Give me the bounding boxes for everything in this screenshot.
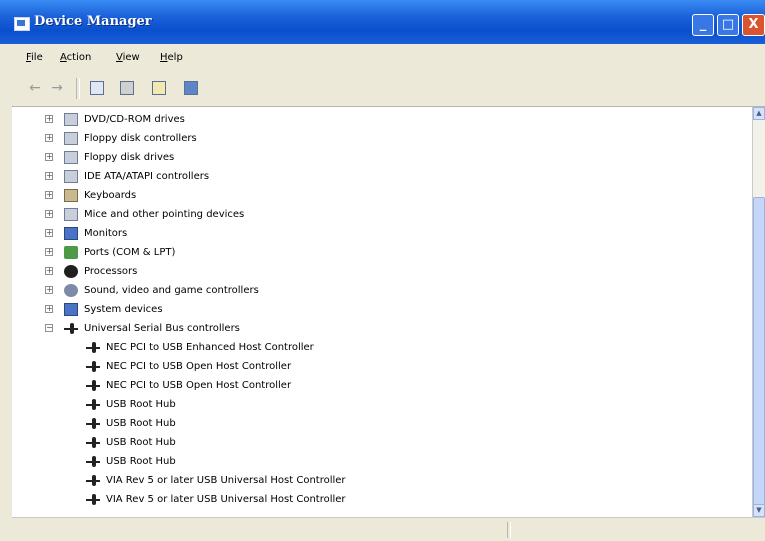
tree-category-label: Sound, video and game controllers [84, 285, 259, 296]
help-icon[interactable] [152, 81, 166, 95]
usb-device-label: USB Root Hub [106, 456, 176, 467]
expand-icon[interactable]: + [45, 191, 53, 199]
floppy-drive-icon [64, 151, 78, 164]
tree-category-label: Universal Serial Bus controllers [84, 323, 240, 334]
forward-button[interactable]: → [50, 80, 64, 96]
usb-device-label: USB Root Hub [106, 399, 176, 410]
menu-bar: File Action View Help [0, 44, 765, 73]
tree-category-label: Keyboards [84, 190, 137, 201]
tree-category-label: Floppy disk controllers [84, 133, 197, 144]
title-bar[interactable]: Device Manager _ □ X [0, 0, 765, 44]
tree-category-label: DVD/CD-ROM drives [84, 114, 185, 125]
floppy-controller-icon [64, 132, 78, 145]
minimize-button[interactable]: _ [692, 14, 714, 36]
tree-category-label: System devices [84, 304, 163, 315]
usb-device-label: NEC PCI to USB Open Host Controller [106, 380, 292, 391]
close-button[interactable]: X [742, 14, 765, 36]
expand-icon[interactable]: + [45, 115, 53, 123]
tree-category-label: Processors [84, 266, 138, 277]
usb-device-label: VIA Rev 5 or later USB Universal Host Co… [106, 494, 346, 505]
expand-icon[interactable]: + [45, 153, 53, 161]
keyboard-icon [64, 189, 78, 202]
device-tree: + DVD/CD-ROM drives + Floppy disk controlle… [12, 107, 752, 517]
window-title: Device Manager [34, 14, 152, 29]
menu-file[interactable]: File [26, 52, 43, 63]
expand-icon[interactable]: + [45, 210, 53, 218]
tree-category-label: Floppy disk drives [84, 152, 175, 163]
expand-icon[interactable]: + [45, 286, 53, 294]
tree-category-label: Monitors [84, 228, 128, 239]
usb-device-label: VIA Rev 5 or later USB Universal Host Co… [106, 475, 346, 486]
tree-category-label: Mice and other pointing devices [84, 209, 245, 220]
expand-icon[interactable]: + [45, 134, 53, 142]
expand-icon[interactable]: + [45, 229, 53, 237]
expand-icon[interactable]: + [45, 172, 53, 180]
status-divider [507, 522, 511, 538]
properties-icon[interactable] [90, 81, 104, 95]
maximize-button[interactable]: □ [717, 14, 739, 36]
menu-action[interactable]: Action [60, 52, 91, 63]
monitor-icon [64, 227, 78, 240]
toolbar-separator [76, 78, 80, 99]
back-button[interactable]: ← [28, 80, 42, 96]
status-bar [12, 517, 765, 541]
sound-icon [64, 284, 78, 297]
system-icon [64, 303, 78, 316]
menu-help[interactable]: Help [160, 52, 183, 63]
scroll-up-arrow-icon[interactable]: ▲ [753, 107, 765, 120]
dvd-icon [64, 113, 78, 126]
mouse-icon [64, 208, 78, 221]
processor-icon [64, 265, 78, 278]
usb-device-label: USB Root Hub [106, 418, 176, 429]
ide-icon [64, 170, 78, 183]
scroll-down-arrow-icon[interactable]: ▼ [753, 504, 765, 517]
port-icon [64, 246, 78, 259]
device-manager-window: Device Manager _ □ X File Action View He… [0, 0, 765, 541]
expand-icon[interactable]: + [45, 267, 53, 275]
expand-icon[interactable]: + [45, 305, 53, 313]
tree-category-label: IDE ATA/ATAPI controllers [84, 171, 210, 182]
toolbar: ← → [0, 72, 765, 107]
print-icon[interactable] [120, 81, 134, 95]
expand-icon[interactable]: + [45, 248, 53, 256]
vertical-scrollbar[interactable]: ▲ ▼ [752, 107, 765, 517]
menu-view[interactable]: View [116, 52, 140, 63]
tree-category-label: Ports (COM & LPT) [84, 247, 176, 258]
usb-device-label: NEC PCI to USB Open Host Controller [106, 361, 292, 372]
usb-device-label: NEC PCI to USB Enhanced Host Controller [106, 342, 314, 353]
collapse-icon[interactable]: − [45, 324, 53, 332]
device-manager-icon [14, 17, 30, 31]
scroll-thumb[interactable] [753, 197, 765, 507]
scan-hardware-icon[interactable] [184, 81, 198, 95]
usb-device-label: USB Root Hub [106, 437, 176, 448]
